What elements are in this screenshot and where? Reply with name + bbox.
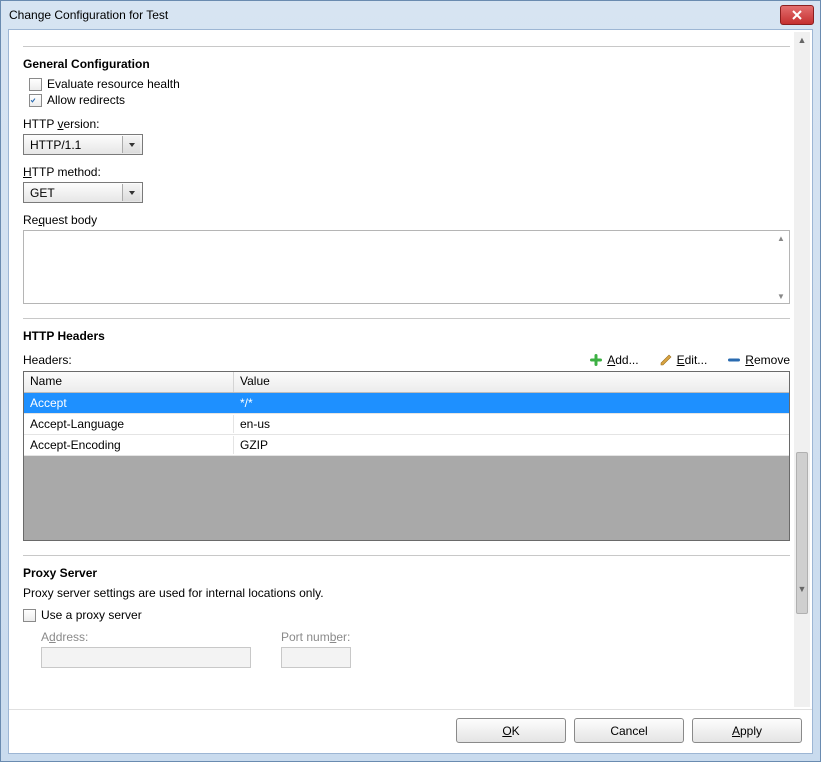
dialog-button-row: OK Cancel Apply <box>9 709 812 753</box>
http-version-label: HTTP version: <box>23 117 790 131</box>
cancel-button[interactable]: Cancel <box>574 718 684 743</box>
use-proxy-checkbox[interactable] <box>23 609 36 622</box>
window-title: Change Configuration for Test <box>9 8 780 22</box>
scroll-down-icon[interactable]: ▼ <box>794 581 810 597</box>
http-headers-heading: HTTP Headers <box>23 329 790 343</box>
http-method-dropdown-button[interactable] <box>122 184 140 201</box>
use-proxy-row: Use a proxy server <box>23 608 790 622</box>
evaluate-resource-health-label: Evaluate resource health <box>47 77 180 91</box>
chevron-down-icon <box>128 189 136 197</box>
http-method-value: GET <box>30 186 116 200</box>
remove-header-label: Remove <box>745 353 790 367</box>
header-name-cell: Accept-Encoding <box>24 436 234 454</box>
main-scrollbar[interactable]: ▲ ▼ <box>794 32 810 707</box>
header-value-cell: GZIP <box>234 436 789 454</box>
proxy-fields: Address: Port number: <box>41 630 790 668</box>
request-body-label: Request body <box>23 213 790 227</box>
scroll-down-icon[interactable]: ▼ <box>773 289 789 303</box>
dialog-window: Change Configuration for Test General Co… <box>0 0 821 762</box>
http-version-combo[interactable]: HTTP/1.1 <box>23 134 143 155</box>
use-proxy-label: Use a proxy server <box>41 608 142 622</box>
proxy-address-label: Address: <box>41 630 251 644</box>
http-method-combo[interactable]: GET <box>23 182 143 203</box>
scroll-up-icon[interactable]: ▲ <box>794 32 810 48</box>
chevron-down-icon <box>128 141 136 149</box>
scroll-up-icon[interactable]: ▲ <box>773 231 789 245</box>
titlebar: Change Configuration for Test <box>1 1 820 29</box>
request-body-textarea[interactable]: ▲ ▼ <box>23 230 790 304</box>
add-header-button[interactable]: Add... <box>589 353 638 367</box>
table-row[interactable]: Accept-Languageen-us <box>24 414 789 435</box>
edit-header-label: Edit... <box>677 353 708 367</box>
separator <box>23 555 790 556</box>
allow-redirects-label: Allow redirects <box>47 93 125 107</box>
general-configuration-heading: General Configuration <box>23 57 790 71</box>
edit-header-button[interactable]: Edit... <box>659 353 708 367</box>
proxy-port-label: Port number: <box>281 630 351 644</box>
headers-table-head: Name Value <box>24 372 789 393</box>
apply-button[interactable]: Apply <box>692 718 802 743</box>
client-area: General Configuration Evaluate resource … <box>8 29 813 754</box>
plus-icon <box>589 353 603 367</box>
header-value-cell: en-us <box>234 415 789 433</box>
allow-redirects-row: Allow redirects <box>29 93 790 107</box>
scroll-area: General Configuration Evaluate resource … <box>9 30 812 709</box>
check-icon <box>30 95 36 106</box>
http-method-label: HTTP method: <box>23 165 790 179</box>
request-body-scrollbar[interactable]: ▲ ▼ <box>773 231 789 303</box>
close-button[interactable] <box>780 5 814 25</box>
proxy-address-field: Address: <box>41 630 251 668</box>
headers-table[interactable]: Name Value Accept*/*Accept-Languageen-us… <box>23 371 790 541</box>
http-version-dropdown-button[interactable] <box>122 136 140 153</box>
headers-table-body: Accept*/*Accept-Languageen-usAccept-Enco… <box>24 393 789 456</box>
minus-icon <box>727 353 741 367</box>
allow-redirects-checkbox[interactable] <box>29 94 42 107</box>
proxy-server-heading: Proxy Server <box>23 566 790 580</box>
headers-col-value[interactable]: Value <box>234 372 789 392</box>
proxy-port-field: Port number: <box>281 630 351 668</box>
proxy-address-input <box>41 647 251 668</box>
pencil-icon <box>659 353 673 367</box>
separator <box>23 46 790 47</box>
header-name-cell: Accept <box>24 394 234 412</box>
table-row[interactable]: Accept-EncodingGZIP <box>24 435 789 456</box>
proxy-port-input <box>281 647 351 668</box>
headers-toolbar: Headers: Add... Edit... <box>23 353 790 367</box>
add-header-label: Add... <box>607 353 638 367</box>
evaluate-resource-health-checkbox[interactable] <box>29 78 42 91</box>
headers-col-name[interactable]: Name <box>24 372 234 392</box>
evaluate-resource-health-row: Evaluate resource health <box>29 77 790 91</box>
http-version-value: HTTP/1.1 <box>30 138 116 152</box>
close-icon <box>792 10 802 20</box>
separator <box>23 318 790 319</box>
headers-list-label: Headers: <box>23 353 569 367</box>
ok-button[interactable]: OK <box>456 718 566 743</box>
proxy-description: Proxy server settings are used for inter… <box>23 586 790 600</box>
remove-header-button[interactable]: Remove <box>727 353 790 367</box>
table-row[interactable]: Accept*/* <box>24 393 789 414</box>
header-name-cell: Accept-Language <box>24 415 234 433</box>
header-value-cell: */* <box>234 394 789 412</box>
